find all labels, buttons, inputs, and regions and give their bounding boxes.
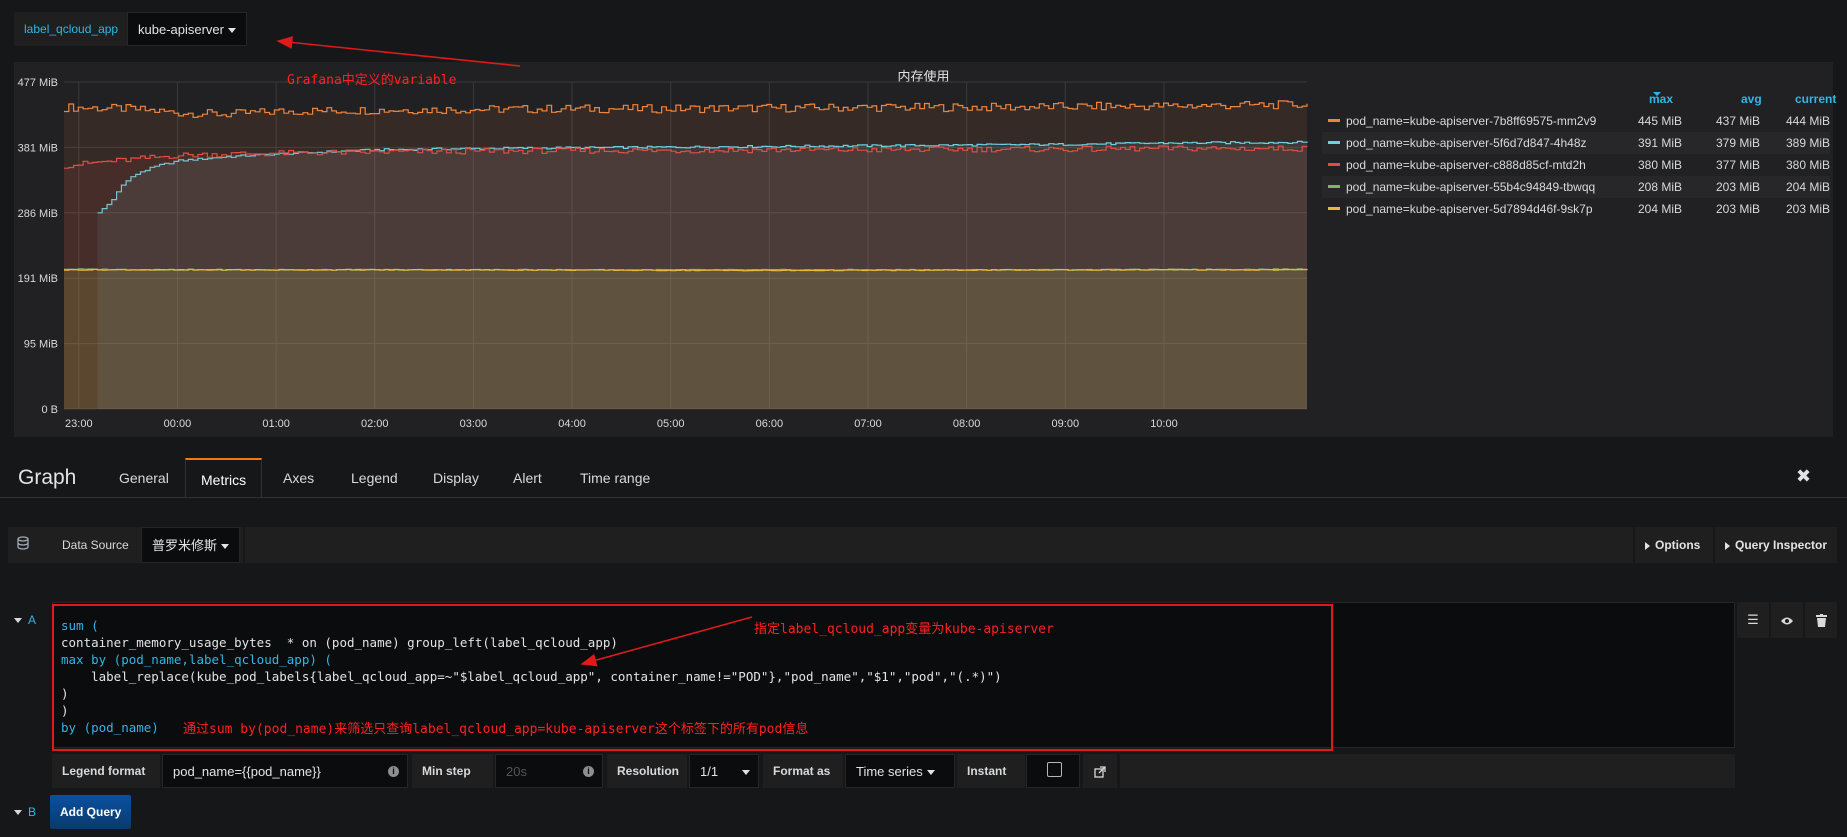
annotation-arrow-query — [580, 616, 753, 667]
annotation-arrows — [276, 36, 753, 667]
annotation-variable: Grafana中定义的variable — [287, 73, 457, 88]
annotation-query: 指定label_qcloud_app变量为kube-apiserver — [754, 622, 1054, 637]
annotation-by: 通过sum by(pod_name)来筛选只查询label_qcloud_app… — [183, 722, 809, 737]
annotation-arrow-variable — [276, 36, 521, 67]
